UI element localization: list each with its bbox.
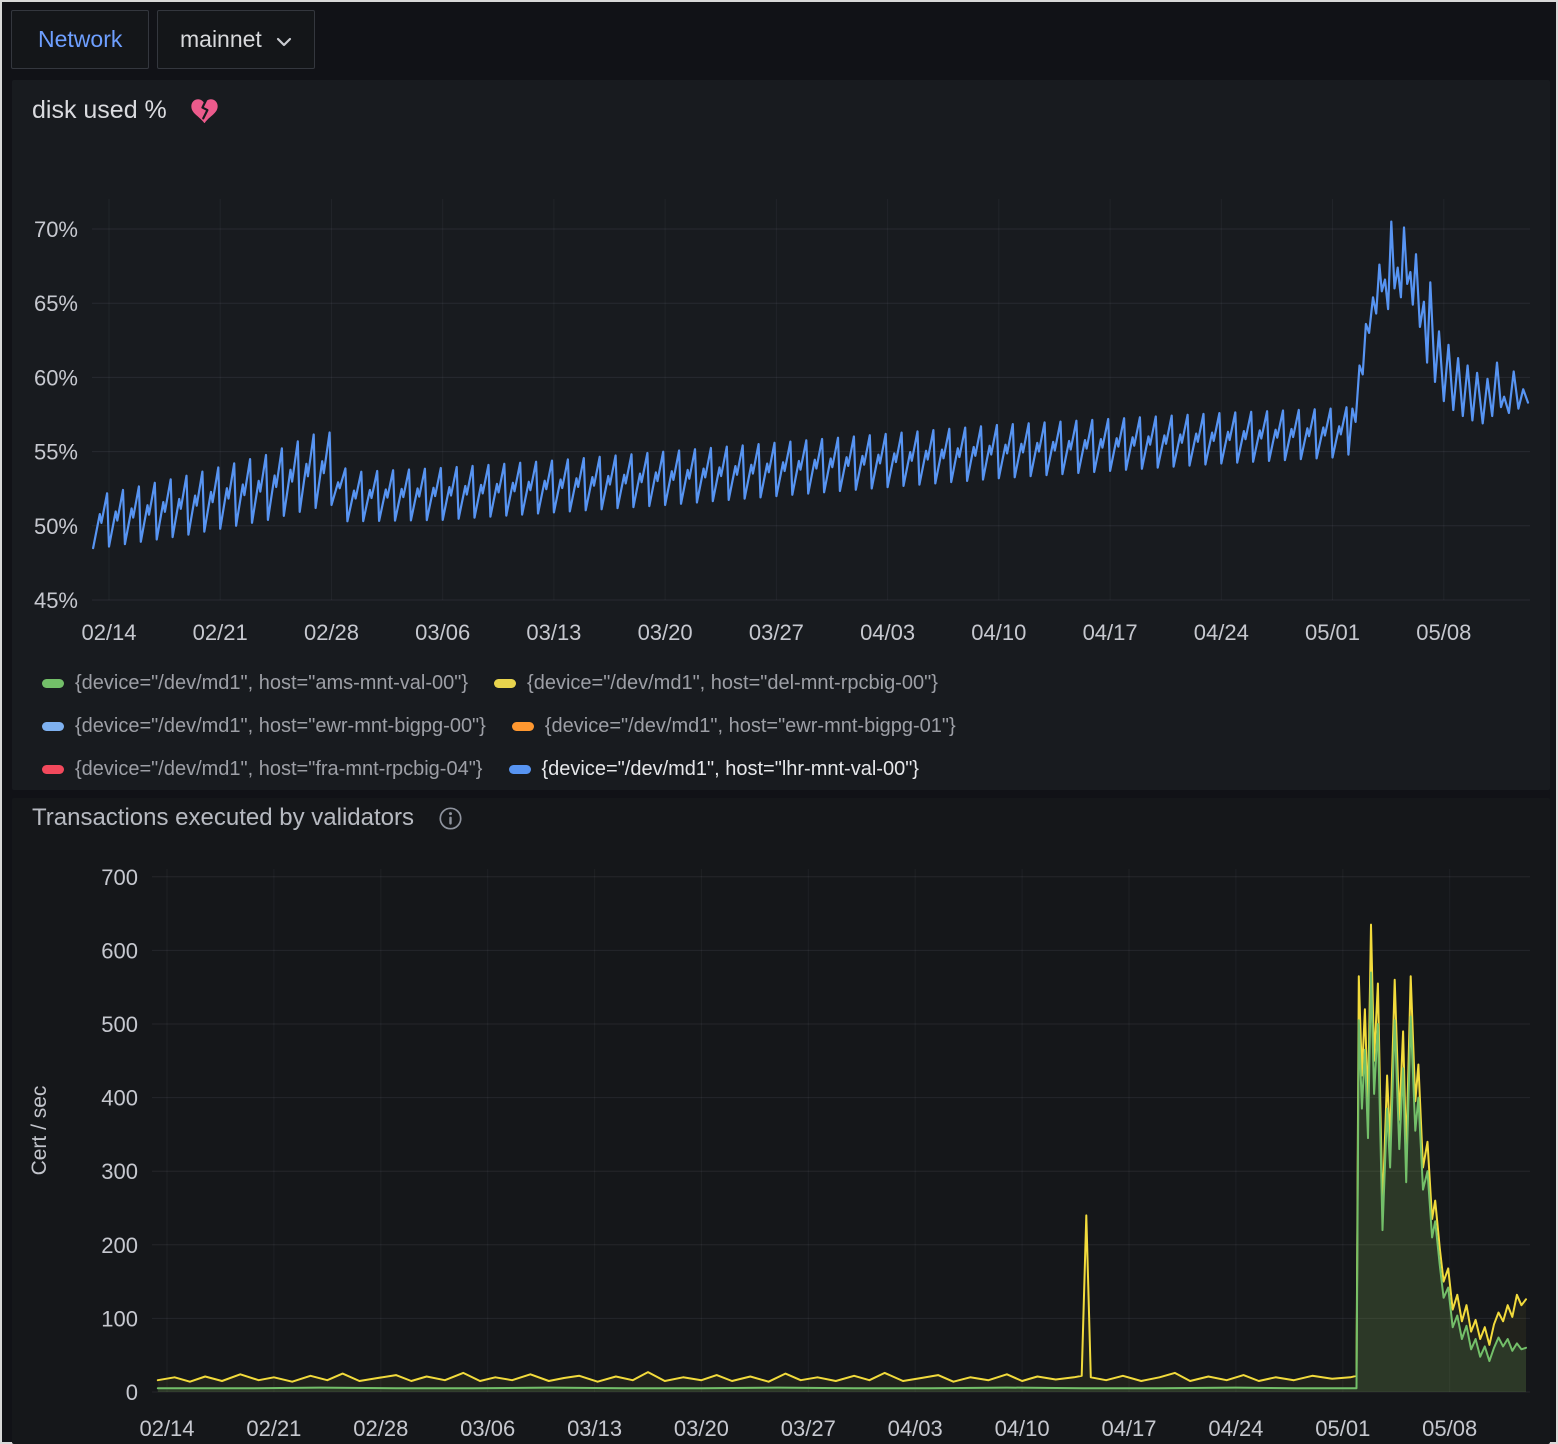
x-tick-label: 04/03 [888,1416,943,1441]
y-tick-label: 100 [101,1306,138,1331]
x-tick-label: 03/20 [638,620,693,645]
network-variable-label-text: Network [38,26,122,53]
transactions-chart[interactable]: 02/14 02/21 02/28 03/06 03/13 03/20 03/27 04/03… [12,798,1550,1444]
legend-item[interactable]: {device="/dev/md1", host="ewr-mnt-bigpg-… [42,715,486,738]
y-axis-title: Cert / sec [28,1086,51,1176]
legend-item[interactable]: {device="/dev/md1", host="del-mnt-rpcbig… [494,672,938,695]
y-tick-label: 45% [34,588,78,613]
x-tick-label: 03/13 [567,1416,622,1441]
x-tick-label: 04/24 [1194,620,1249,645]
x-tick-label: 02/28 [353,1416,408,1441]
x-tick-label: 02/14 [81,620,136,645]
legend: {device="/dev/md1", host="ams-mnt-val-00… [42,672,1322,781]
x-tick-label: 05/08 [1422,1416,1477,1441]
series-path [158,973,1526,1389]
x-tick-label: 02/21 [193,620,248,645]
network-variable-label: Network [11,10,149,69]
legend-series-label: {device="/dev/md1", host="del-mnt-rpcbig… [527,672,938,695]
disk-used-panel: disk used % 02/14 02/21 02/28 03/06 03/13 03/… [12,80,1550,790]
legend-item[interactable]: {device="/dev/md1", host="lhr-mnt-val-00… [509,758,919,781]
x-tick-label: 04/17 [1083,620,1138,645]
disk-panel-title-text: disk used % [32,96,167,125]
x-tick-label: 03/06 [460,1416,515,1441]
legend-series-color [509,765,531,774]
legend-series-color [42,679,64,688]
y-tick-label: 500 [101,1012,138,1037]
legend-series-label: {device="/dev/md1", host="ewr-mnt-bigpg-… [545,715,956,738]
legend-series-label: {device="/dev/md1", host="ams-mnt-val-00… [75,672,468,695]
broken-heart-icon [191,98,218,123]
x-tick-label: 04/10 [971,620,1026,645]
series-area [158,973,1526,1393]
x-tick-label: 03/13 [526,620,581,645]
y-tick-label: 65% [34,291,78,316]
x-tick-label: 04/24 [1208,1416,1263,1441]
legend-item[interactable]: {device="/dev/md1", host="ewr-mnt-bigpg-… [512,715,956,738]
x-tick-label: 02/14 [139,1416,194,1441]
legend-series-label: {device="/dev/md1", host="ewr-mnt-bigpg-… [75,715,486,738]
y-tick-label: 600 [101,938,138,963]
x-tick-label: 05/08 [1416,620,1471,645]
x-tick-label: 03/27 [781,1416,836,1441]
y-tick-label: 60% [34,365,78,390]
legend-series-color [512,722,534,731]
series-area [158,925,1526,1392]
transactions-panel: Transactions executed by validators 02/1… [12,798,1550,1444]
y-tick-label: 50% [34,514,78,539]
x-tick-label: 03/27 [749,620,804,645]
legend-item[interactable]: {device="/dev/md1", host="ams-mnt-val-00… [42,672,468,695]
legend-series-color [494,679,516,688]
y-tick-label: 700 [101,865,138,890]
legend-series-color [42,765,64,774]
series-path [93,222,1528,548]
x-tick-label: 05/01 [1305,620,1360,645]
legend-series-label: {device="/dev/md1", host="lhr-mnt-val-00… [542,758,919,781]
x-tick-label: 05/01 [1315,1416,1370,1441]
legend-series-color [42,722,64,731]
x-tick-label: 03/06 [415,620,470,645]
series-path [158,925,1526,1382]
y-tick-label: 0 [126,1380,138,1405]
network-variable-value: mainnet [180,26,262,53]
x-tick-label: 04/03 [860,620,915,645]
chevron-down-icon [276,26,292,53]
info-icon[interactable] [438,806,463,831]
variables-bar: Network mainnet [2,2,1556,74]
x-tick-label: 02/28 [304,620,359,645]
y-tick-label: 55% [34,440,78,465]
disk-used-chart[interactable]: 02/14 02/21 02/28 03/06 03/13 03/20 03/27 04/03… [12,80,1550,658]
tx-panel-title[interactable]: Transactions executed by validators [32,804,463,832]
y-tick-label: 200 [101,1233,138,1258]
disk-panel-title[interactable]: disk used % [32,96,218,125]
legend-item[interactable]: {device="/dev/md1", host="fra-mnt-rpcbig… [42,758,483,781]
x-tick-label: 04/10 [995,1416,1050,1441]
y-tick-label: 400 [101,1086,138,1111]
grafana-dashboard: { "toolbar": { "network_label": "Network… [0,0,1558,1444]
x-tick-label: 03/20 [674,1416,729,1441]
y-tick-label: 70% [34,217,78,242]
x-tick-label: 02/21 [246,1416,301,1441]
tx-panel-title-text: Transactions executed by validators [32,804,414,832]
x-tick-label: 04/17 [1101,1416,1156,1441]
legend-series-label: {device="/dev/md1", host="fra-mnt-rpcbig… [75,758,483,781]
network-variable-dropdown[interactable]: mainnet [157,10,315,69]
y-tick-label: 300 [101,1159,138,1184]
